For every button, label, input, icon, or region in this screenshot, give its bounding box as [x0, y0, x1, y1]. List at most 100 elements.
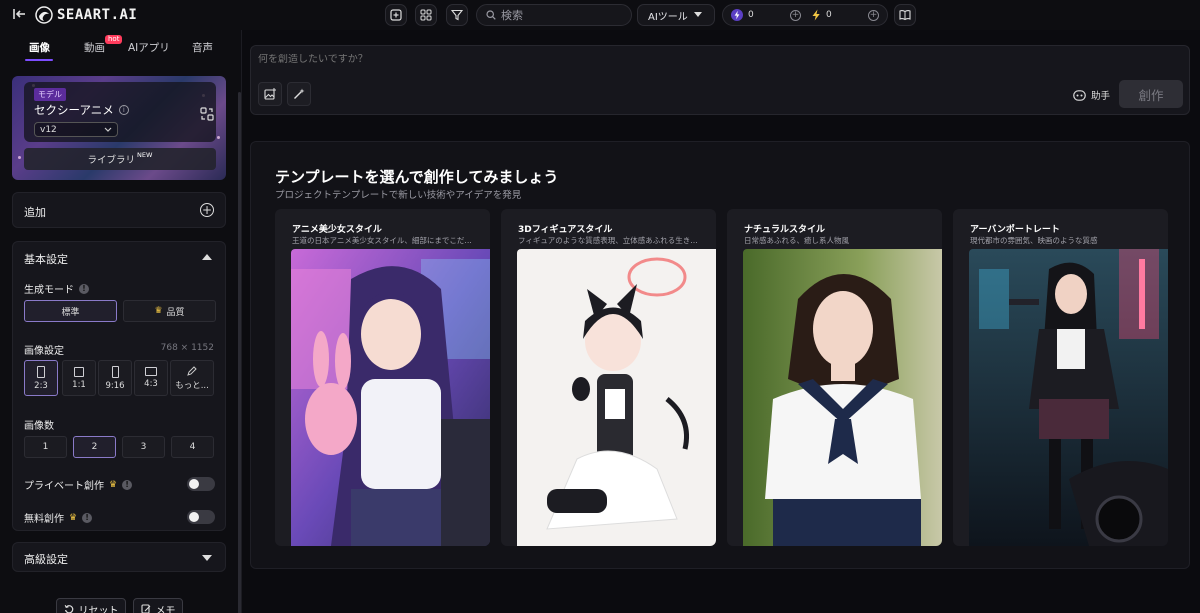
guide-book-button[interactable]	[894, 4, 916, 26]
ai-tools-dropdown[interactable]: AIツール	[637, 4, 715, 26]
generation-mode-text: 生成モード	[24, 285, 74, 296]
template-card-title: アーバンポートレート	[970, 225, 1060, 235]
urban-portrait-image	[969, 249, 1168, 546]
free-create-toggle[interactable]	[187, 510, 215, 524]
ratio-4-3-button[interactable]: 4:3	[134, 360, 168, 396]
model-tag: モデル	[34, 88, 66, 101]
advanced-settings-label: 高級設定	[24, 553, 68, 566]
model-card[interactable]: モデル セクシーアニメ i v12 ライブラリ NEW	[12, 76, 226, 180]
search-icon	[486, 10, 496, 20]
expand-caret-icon[interactable]	[202, 555, 212, 561]
hot-badge: hot	[105, 35, 123, 44]
create-button[interactable]: 創作	[1119, 80, 1183, 108]
template-card-title: ナチュラルスタイル	[744, 225, 826, 235]
portrait-shape-icon	[37, 365, 45, 378]
mode-quality-button[interactable]: ♛ 品質	[123, 300, 216, 322]
add-credit-yellow-icon[interactable]: +	[868, 9, 879, 21]
advanced-settings-section[interactable]: 高級設定	[12, 542, 226, 572]
tab-image[interactable]: 画像	[29, 40, 50, 55]
template-card-urban[interactable]: アーバンポートレート 現代都市の雰囲気、映画のような質感	[953, 209, 1168, 546]
ratio-label: 9:16	[105, 380, 125, 391]
plus-square-icon	[390, 9, 402, 21]
memo-label: メモ	[155, 605, 176, 613]
free-create-label: 無料創作 ♛ !	[24, 510, 93, 525]
filter-icon	[451, 9, 463, 21]
grid-view-button[interactable]	[415, 4, 437, 26]
credit-purple[interactable]: 0	[731, 9, 754, 21]
search-input[interactable]: 検索	[476, 4, 632, 26]
template-card-anime[interactable]: アニメ美少女スタイル 王道の日本アニメ美少女スタイル、細部にまでこだ…	[275, 209, 490, 546]
size-readout: 768 × 1152	[160, 343, 214, 353]
count-3-button[interactable]: 3	[122, 436, 165, 458]
tab-ai-apps[interactable]: AIアプリ	[128, 40, 170, 55]
memo-button[interactable]: メモ	[133, 598, 183, 613]
help-icon[interactable]: !	[122, 479, 133, 490]
image-add-icon	[264, 88, 276, 100]
seaart-logo[interactable]: SEAART.AI	[35, 6, 137, 24]
collapse-sidebar-icon[interactable]	[12, 7, 26, 21]
assistant-button[interactable]: 助手	[1073, 88, 1110, 102]
image-upload-button[interactable]	[258, 82, 282, 106]
credit-yellow[interactable]: 0	[811, 9, 832, 21]
media-tabs: 画像 動画 hot AIアプリ 音声	[0, 30, 240, 62]
assistant-icon	[1073, 89, 1086, 101]
templates-panel: テンプレートを選んで創作してみましょう プロジェクトテンプレートで新しい技術やア…	[250, 141, 1190, 569]
image-count-text: 画像数	[24, 421, 54, 432]
count-label: 2	[91, 442, 98, 452]
chevron-down-icon	[104, 127, 112, 132]
new-create-button[interactable]	[385, 4, 407, 26]
3d-figure-image	[517, 249, 716, 546]
add-credit-purple-icon[interactable]: +	[790, 9, 801, 21]
mode-standard-button[interactable]: 標準	[24, 300, 117, 322]
library-button[interactable]: ライブラリ NEW	[24, 148, 216, 170]
anime-girl-image	[291, 249, 490, 546]
private-create-toggle[interactable]	[187, 477, 215, 491]
template-card-desc: 王道の日本アニメ美少女スタイル、細部にまでこだ…	[292, 236, 472, 245]
swap-model-icon[interactable]	[200, 107, 214, 121]
ratio-2-3-button[interactable]: 2:3	[24, 360, 58, 396]
left-panel-scrollbar[interactable]	[238, 92, 241, 613]
search-placeholder: 検索	[501, 9, 523, 22]
tab-video[interactable]: 動画	[84, 40, 105, 55]
private-create-label: プライベート創作 ♛ !	[24, 477, 133, 492]
help-icon[interactable]: !	[79, 283, 89, 294]
template-card-title: アニメ美少女スタイル	[292, 225, 382, 235]
collapse-caret-icon[interactable]	[202, 254, 212, 260]
sparkle	[217, 136, 220, 139]
sparkle	[18, 156, 21, 159]
model-version-select[interactable]: v12	[34, 122, 118, 137]
ratio-more-button[interactable]: もっと...	[170, 360, 214, 396]
crown-icon: ♛	[69, 512, 78, 523]
filter-button[interactable]	[446, 4, 468, 26]
template-card-natural[interactable]: ナチュラルスタイル 日常感あふれる、癒し系人物風	[727, 209, 942, 546]
add-section[interactable]: 追加 +	[12, 192, 226, 228]
credits-bar: 0 + 0 +	[722, 4, 888, 26]
lightning-purple-icon	[731, 9, 743, 21]
template-card-3d-figure[interactable]: 3Dフィギュアスタイル フィギュアのような質感表現、立体感あふれる生き…	[501, 209, 716, 546]
pencil-icon	[187, 365, 197, 376]
magic-wand-button[interactable]	[287, 82, 311, 106]
count-label: 1	[42, 442, 49, 452]
mode-standard-label: 標準	[61, 307, 80, 318]
info-icon[interactable]: i	[118, 105, 129, 115]
prompt-input[interactable]	[258, 54, 858, 65]
template-card-desc: 日常感あふれる、癒し系人物風	[744, 236, 849, 245]
tab-audio[interactable]: 音声	[192, 40, 213, 55]
landscape-shape-icon	[145, 367, 157, 376]
model-version-value: v12	[40, 124, 57, 135]
count-4-button[interactable]: 4	[171, 436, 214, 458]
logo-text: SEAART.AI	[57, 7, 138, 23]
help-icon[interactable]: !	[82, 512, 93, 523]
model-name[interactable]: セクシーアニメ i	[34, 102, 129, 118]
template-card-image	[517, 249, 716, 546]
reset-button[interactable]: リセット	[56, 598, 126, 613]
count-1-button[interactable]: 1	[24, 436, 67, 458]
count-2-button[interactable]: 2	[73, 436, 116, 458]
crown-icon: ♛	[154, 306, 163, 316]
ratio-9-16-button[interactable]: 9:16	[98, 360, 132, 396]
private-create-text: プライベート創作	[24, 481, 104, 492]
templates-title: テンプレートを選んで創作してみましょう	[275, 168, 559, 186]
template-card-desc: 現代都市の雰囲気、映画のような質感	[970, 236, 1098, 245]
ratio-1-1-button[interactable]: 1:1	[62, 360, 96, 396]
add-plus-icon[interactable]: +	[200, 203, 214, 217]
